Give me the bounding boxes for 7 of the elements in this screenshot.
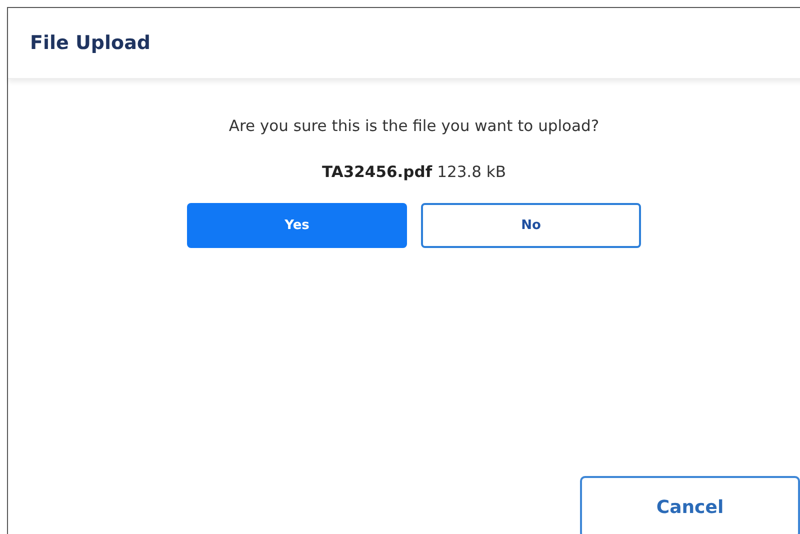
confirmation-text: Are you sure this is the file you want to upload? [228,117,600,135]
dialog-title: File Upload [30,32,151,54]
file-name: TA32456.pdf [322,163,432,181]
yes-button[interactable]: Yes [187,203,407,248]
no-button[interactable]: No [421,203,641,248]
file-size: 123.8 kB [437,163,506,181]
cancel-button[interactable]: Cancel [580,476,800,534]
